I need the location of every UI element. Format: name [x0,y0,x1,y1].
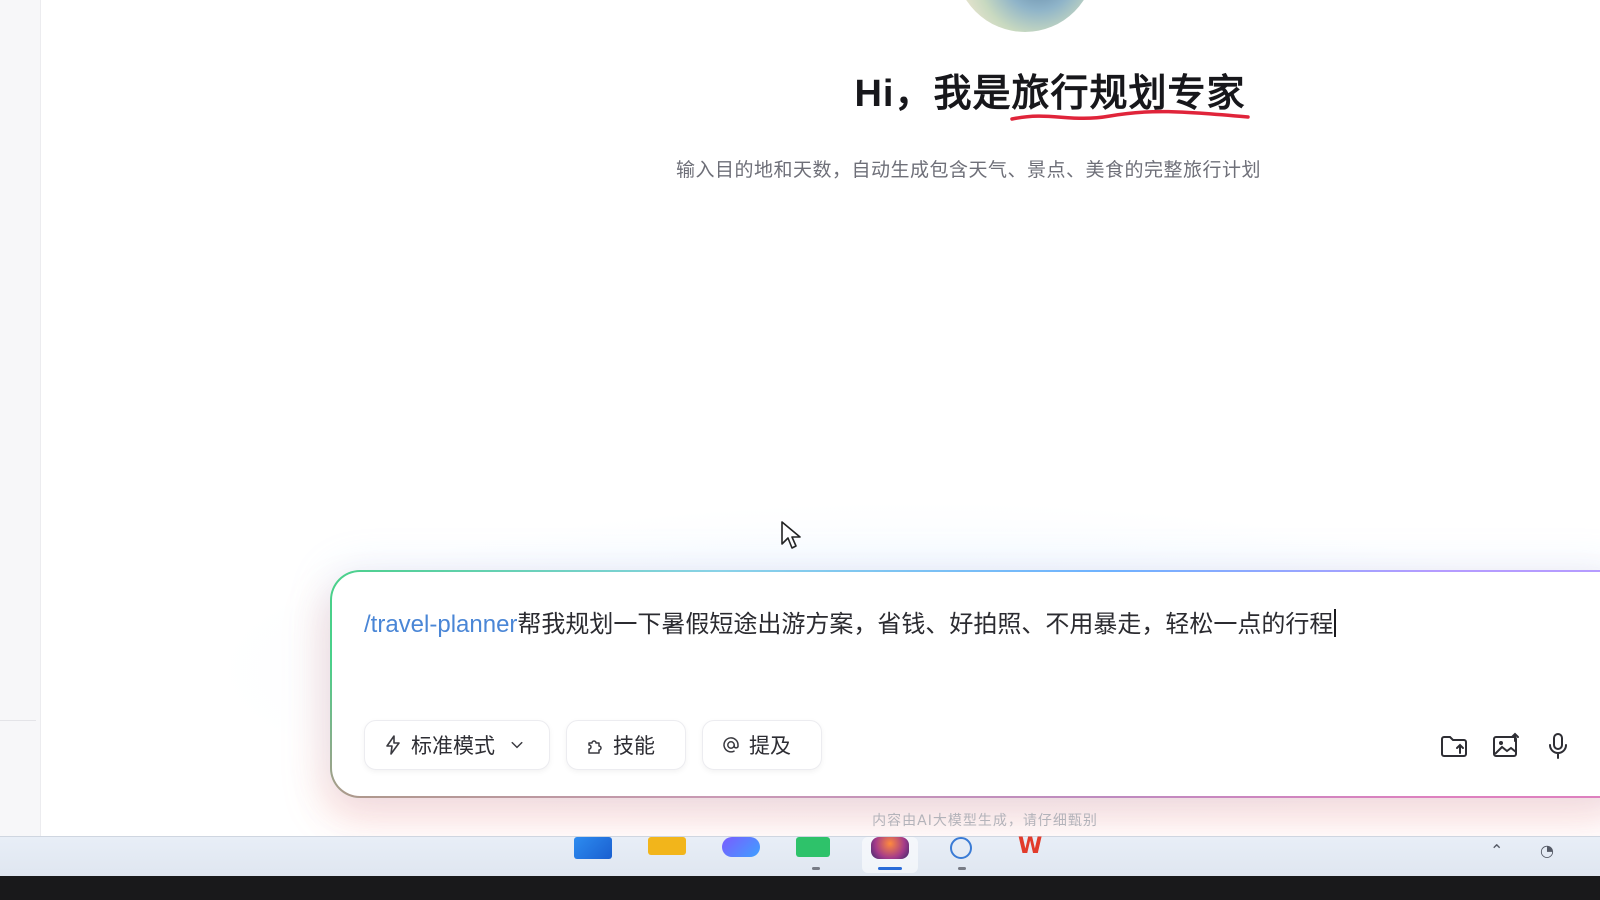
green-app-button[interactable] [796,837,836,873]
skill-command[interactable]: /travel-planner [364,611,517,638]
running-indicator [812,867,820,870]
active-app-icon [871,837,909,859]
screen: Hi，我是旅行规划专家 输入目的地和天数，自动生成包含天气、景点、美食的完整旅行… [0,0,1600,900]
image-upload-button[interactable] [1488,728,1524,764]
greeting-text: Hi，我是 [854,73,1012,115]
sidebar-divider [0,720,36,721]
composer: /travel-planner帮我规划一下暑假短途出游方案，省钱、好拍照、不用暴… [330,570,1600,798]
taskbar: W ⌃ ◔ [0,836,1600,876]
running-indicator [958,867,966,870]
chevron-down-icon [511,741,523,749]
microphone-icon [1549,733,1567,759]
monitor-bezel [0,876,1600,900]
wps-icon: W [1018,834,1043,859]
role-highlight: 旅行规划专家 [1009,62,1250,121]
prompt-text: 帮我规划一下暑假短途出游方案，省钱、好拍照、不用暴走，轻松一点的行程 [517,610,1334,638]
ai-app-icon [722,837,760,857]
skills-button[interactable]: 技能 [566,720,686,770]
windows-start-button[interactable] [574,837,614,873]
file-explorer-button[interactable] [648,837,688,873]
underline-decoration [1009,109,1250,121]
mode-label: 标准模式 [411,734,495,758]
ai-disclaimer: 内容由AI大模型生成，请仔细甄别 [872,813,1098,829]
mouse-pointer-icon [781,521,801,549]
lightning-icon [386,735,400,755]
composer-inner: /travel-planner帮我规划一下暑假短途出游方案，省钱、好拍照、不用暴… [332,572,1600,796]
prompt-input[interactable]: /travel-planner帮我规划一下暑假短途出游方案，省钱、好拍照、不用暴… [364,608,1337,641]
microphone-button[interactable] [1540,728,1576,764]
folder-upload-button[interactable] [1436,728,1472,764]
text-caret [1334,609,1337,637]
tray-status-icon[interactable]: ◔ [1540,841,1554,860]
file-explorer-icon [648,837,686,855]
page-subtitle: 输入目的地和天数，自动生成包含天气、景点、美食的完整旅行计划 [676,159,1262,181]
at-icon [723,737,739,753]
mention-button[interactable]: 提及 [702,720,822,770]
windows-start-icon [574,837,612,859]
green-app-icon [796,837,830,857]
network-app-icon [950,837,972,859]
ai-app-button[interactable] [722,837,762,873]
puzzle-icon [588,740,602,754]
active-indicator [878,867,902,870]
skills-label: 技能 [613,734,655,758]
mode-selector[interactable]: 标准模式 [364,720,550,770]
folder-upload-icon [1441,736,1467,757]
mention-label: 提及 [749,734,791,758]
network-app-button[interactable] [942,837,982,873]
wps-button[interactable]: W [1016,834,1056,873]
image-upload-icon [1493,732,1519,757]
active-app-button[interactable] [862,837,918,873]
page-title: Hi，我是旅行规划专家 [0,62,1600,121]
left-sidebar [0,0,41,836]
tray-expand-icon[interactable]: ⌃ [1490,841,1503,860]
